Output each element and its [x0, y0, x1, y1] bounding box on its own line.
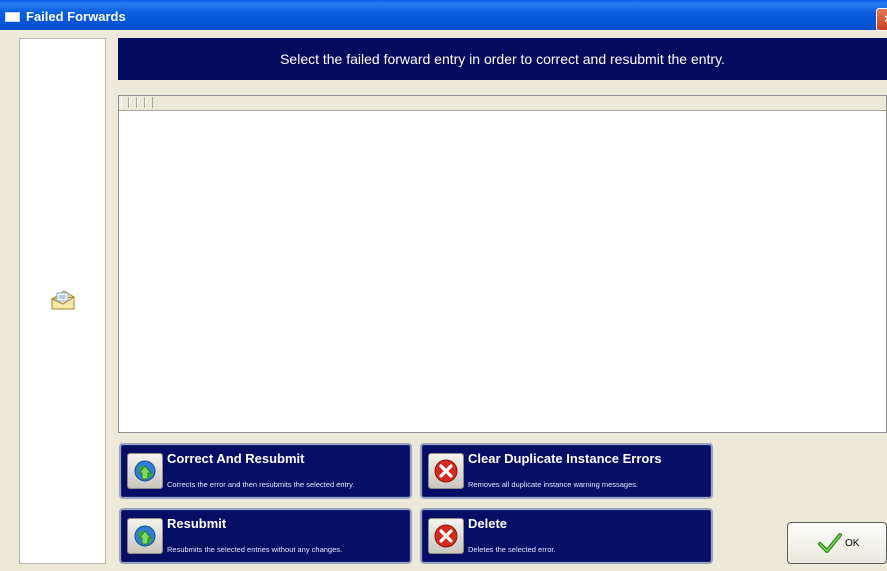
globe-arrow-icon	[127, 518, 163, 554]
clear-duplicate-instance-errors-button[interactable]: Clear Duplicate Instance Errors Removes …	[420, 443, 713, 499]
column-header[interactable]	[145, 97, 153, 108]
action-description: Resubmits the selected entries without a…	[167, 545, 343, 554]
column-header[interactable]	[137, 97, 145, 108]
checkmark-icon	[818, 533, 842, 553]
action-label: Correct And Resubmit	[167, 451, 305, 466]
ok-label: OK	[845, 538, 860, 549]
action-label: Resubmit	[167, 516, 227, 531]
window-title: Failed Forwards	[26, 9, 126, 24]
failed-forwards-list[interactable]	[118, 95, 887, 433]
action-label: Delete	[468, 516, 508, 531]
window-icon	[5, 12, 20, 22]
delete-button[interactable]: Delete Deletes the selected error.	[420, 508, 713, 564]
ok-button[interactable]: OK	[787, 522, 887, 564]
instruction-banner: Select the failed forward entry in order…	[118, 38, 887, 80]
red-x-icon	[428, 518, 464, 554]
side-panel	[19, 38, 106, 564]
action-description: Corrects the error and then resubmits th…	[167, 480, 355, 489]
red-x-icon	[428, 453, 464, 489]
action-description: Removes all duplicate instance warning m…	[468, 480, 639, 489]
column-header[interactable]	[129, 97, 137, 108]
action-description: Deletes the selected error.	[468, 545, 556, 554]
list-header	[119, 96, 886, 111]
resubmit-button[interactable]: Resubmit Resubmits the selected entries …	[119, 508, 412, 564]
action-label: Clear Duplicate Instance Errors	[468, 451, 662, 466]
envelope-icon	[50, 290, 75, 310]
globe-arrow-icon	[127, 453, 163, 489]
close-button[interactable]: ×	[876, 8, 887, 31]
title-bar: Failed Forwards ×	[0, 0, 887, 31]
instruction-text: Select the failed forward entry in order…	[280, 51, 725, 67]
column-header[interactable]	[121, 97, 129, 108]
correct-and-resubmit-button[interactable]: Correct And Resubmit Corrects the error …	[119, 443, 412, 499]
